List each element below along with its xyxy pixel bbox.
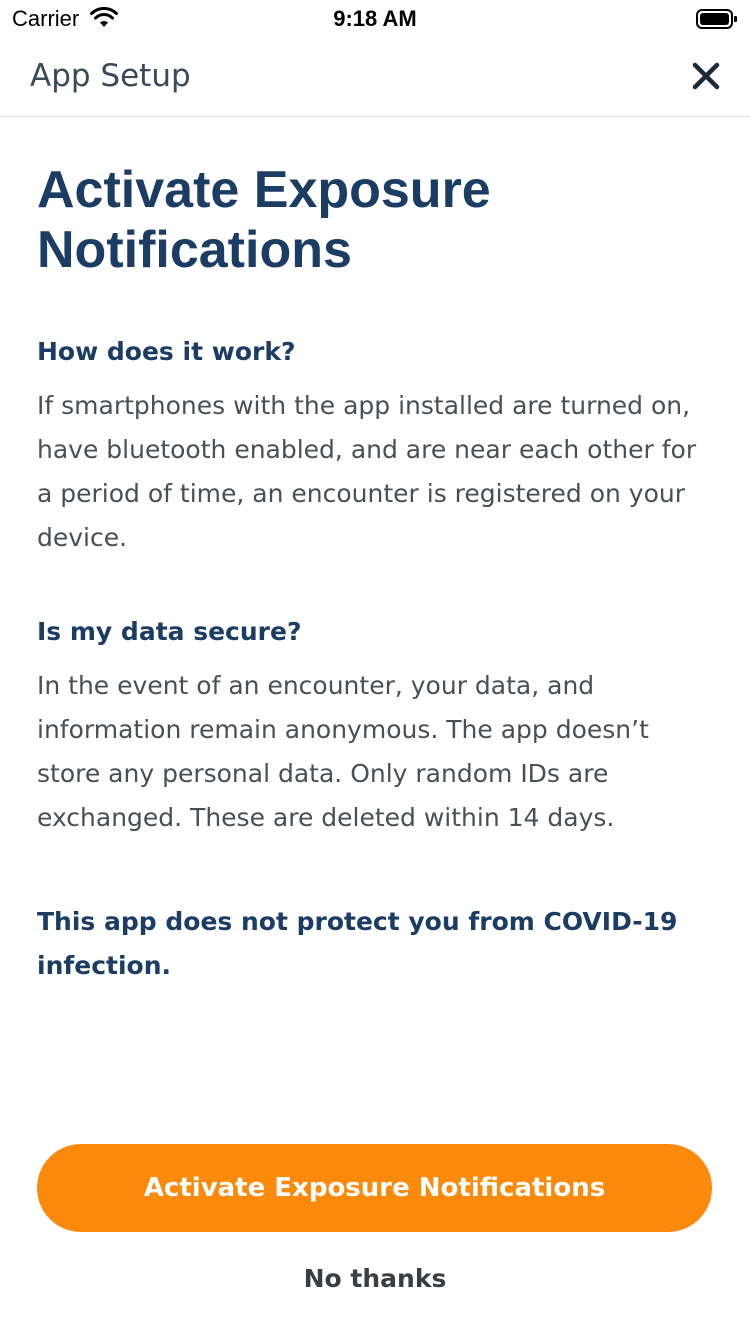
app-setup-screen: Carrier 9:18 AM App Setup Activate Expos… (0, 0, 750, 1334)
status-time: 9:18 AM (333, 6, 417, 31)
section-heading-data-secure: Is my data secure? (37, 617, 302, 646)
page-title: Activate Exposure Notifications (37, 161, 491, 279)
section-heading-how-it-works: How does it work? (37, 337, 296, 366)
battery-icon (696, 9, 737, 29)
activate-exposure-notifications-button[interactable]: Activate Exposure Notifications (37, 1144, 712, 1232)
no-thanks-button[interactable]: No thanks (0, 1264, 750, 1293)
nav-title: App Setup (30, 58, 191, 94)
covid-warning: This app does not protect you from COVID… (37, 907, 678, 980)
status-bar: Carrier 9:18 AM (0, 0, 750, 40)
content: Activate Exposure Notifications How does… (37, 160, 710, 988)
nav-bar: App Setup (0, 40, 750, 117)
section-body-data-secure: In the event of an encounter, your data,… (37, 671, 649, 832)
close-icon[interactable] (690, 60, 722, 92)
section-body-how-it-works: If smartphones with the app installed ar… (37, 391, 697, 552)
